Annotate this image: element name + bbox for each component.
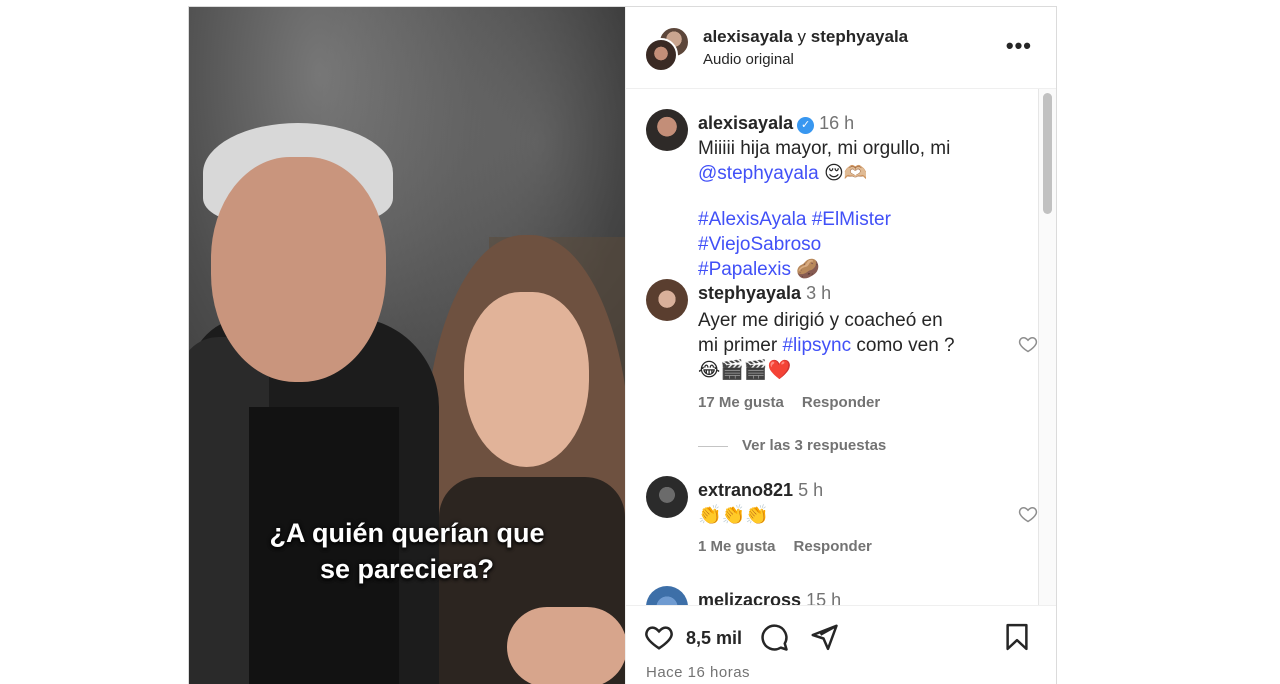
post-side-panel: alexisayala y stephyayala Audio original…: [625, 7, 1056, 684]
comment-time[interactable]: 5 h: [798, 480, 823, 500]
audio-link[interactable]: Audio original: [703, 51, 794, 68]
collab-avatars[interactable]: [644, 26, 690, 72]
comment-time[interactable]: 16 h: [819, 113, 854, 133]
hashtag-link[interactable]: #lipsync: [782, 335, 851, 356]
comment-text: 👏👏👏: [698, 505, 769, 526]
comment-likes[interactable]: 17 Me gusta: [698, 394, 784, 411]
author-link[interactable]: alexisayala: [703, 27, 793, 46]
comments-list[interactable]: alexisayala ✓ 16 h Miiiii hija mayor, mi o…: [626, 89, 1056, 605]
post-header: alexisayala y stephyayala Audio original…: [626, 7, 1056, 89]
comment-likes[interactable]: 1 Me gusta: [698, 538, 776, 555]
reply-button[interactable]: Responder: [794, 538, 872, 555]
comment-time[interactable]: 3 h: [806, 283, 831, 303]
comment-text: Ayer me dirigió y coacheó en: [698, 310, 943, 331]
video-caption: ¿A quién querían que se pareciera?: [269, 518, 545, 584]
bookmark-icon[interactable]: [1002, 622, 1032, 652]
verified-badge-icon: ✓: [797, 117, 815, 134]
like-count[interactable]: 8,5 mil: [686, 628, 742, 649]
hashtag-links[interactable]: #AlexisAyala #ElMister #ViejoSabroso: [698, 207, 993, 257]
share-icon[interactable]: [809, 622, 839, 652]
like-comment-heart-icon[interactable]: [1018, 334, 1038, 354]
avatar[interactable]: [646, 109, 688, 151]
like-comment-heart-icon[interactable]: [1018, 504, 1038, 524]
reply-button[interactable]: Responder: [802, 394, 880, 411]
author-joiner: y: [797, 27, 807, 46]
author-link[interactable]: stephyayala: [811, 27, 908, 46]
comment-icon[interactable]: [759, 622, 789, 652]
woman-figure: [464, 292, 589, 467]
instagram-post: ¿A quién querían que se pareciera? alexi…: [188, 6, 1057, 684]
man-figure: [211, 157, 386, 382]
avatar[interactable]: [646, 279, 688, 321]
comment-text: Miiiii hija mayor, mi orgullo, mi: [698, 138, 951, 159]
avatar[interactable]: [646, 476, 688, 518]
post-timestamp[interactable]: Hace 16 horas: [646, 664, 750, 681]
comment-time[interactable]: 15 h: [806, 590, 841, 605]
avatar[interactable]: [644, 38, 678, 72]
comment-username[interactable]: alexisayala: [698, 113, 793, 133]
mention-link[interactable]: @stephyayala: [698, 163, 819, 184]
avatar[interactable]: [646, 586, 688, 605]
comment-username[interactable]: melizacross: [698, 590, 801, 605]
view-replies-button[interactable]: Ver las 3 respuestas: [698, 437, 886, 454]
hashtag-link[interactable]: #Papalexis: [698, 259, 791, 280]
comments-scrollbar[interactable]: [1038, 89, 1056, 605]
post-video[interactable]: ¿A quién querían que se pareciera?: [189, 7, 625, 684]
scrollbar-thumb[interactable]: [1043, 93, 1052, 214]
more-options-icon[interactable]: •••: [1006, 33, 1032, 59]
comment-username[interactable]: stephyayala: [698, 283, 801, 303]
comment-username[interactable]: extrano821: [698, 480, 793, 500]
post-authors: alexisayala y stephyayala: [703, 27, 908, 47]
post-actions: 8,5 mil Hace 16 horas: [626, 605, 1056, 684]
heart-icon[interactable]: [644, 622, 674, 652]
